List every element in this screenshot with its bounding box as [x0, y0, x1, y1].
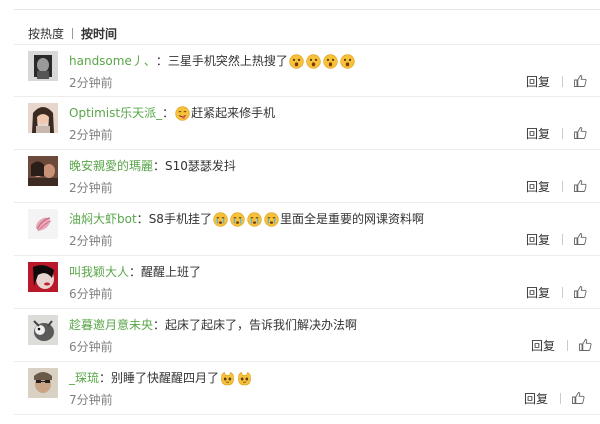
comment-item: Optimist乐天派_： 赶紧起来修手机 2分钟前 回复 [14, 97, 600, 150]
tongue-face-icon [175, 105, 190, 121]
shocked-face-icon [289, 53, 304, 69]
avatar[interactable] [28, 156, 58, 186]
comment-actions: 回复 [526, 178, 587, 194]
comment-item: 油焖大虾bot： S8手机挂了 里面全是重要的网课资料啊 2分钟前 回复 [14, 203, 600, 256]
cat-face-icon [237, 371, 252, 386]
avatar[interactable] [28, 103, 58, 133]
comment-time: 6分钟前 [69, 340, 113, 354]
reply-button[interactable]: 回复 [526, 125, 550, 142]
thumbs-up-icon[interactable] [573, 285, 587, 299]
comment-item: 晚安親愛的瑪麗： S10瑟瑟发抖 2分钟前 回复 [14, 150, 600, 203]
avatar[interactable] [28, 368, 58, 398]
comment-item: _琛琉：别睡了快醒醒四月了 7分钟前 回复 [14, 362, 600, 415]
avatar[interactable] [28, 209, 58, 239]
comment-text: 别睡了快醒醒四月了 [111, 371, 220, 385]
comment-time: 7分钟前 [69, 393, 113, 407]
avatar[interactable] [28, 51, 58, 81]
comment-time: 2分钟前 [69, 181, 113, 195]
comment-actions: 回复 [526, 73, 587, 89]
thumbs-up-icon[interactable] [573, 74, 587, 88]
reply-button[interactable]: 回复 [526, 73, 550, 90]
username[interactable]: 叫我颖大人 [69, 263, 129, 281]
comment-text: S10瑟瑟发抖 [165, 159, 236, 173]
sort-separator [72, 27, 74, 39]
reply-button[interactable]: 回复 [531, 337, 555, 354]
comment-text-tail: 里面全是重要的网课资料啊 [279, 212, 424, 226]
comment-actions: 回复 [524, 390, 585, 406]
cat-face-icon [220, 371, 235, 386]
sort-by-time[interactable]: 按时间 [81, 25, 117, 42]
comment-text: S8手机挂了 [148, 212, 212, 226]
username[interactable]: 趁暮邀月意未央 [69, 316, 153, 334]
reply-button[interactable]: 回复 [526, 284, 550, 301]
reply-button[interactable]: 回复 [526, 178, 550, 195]
comment-text: 赶紧起来修手机 [191, 106, 276, 120]
username[interactable]: _琛琉 [69, 369, 99, 387]
thumbs-up-icon[interactable] [573, 232, 587, 246]
top-divider [14, 9, 600, 10]
sort-bar: 按热度 按时间 [28, 25, 117, 41]
comment-time: 2分钟前 [69, 234, 113, 248]
shocked-face-icon [340, 53, 355, 69]
username[interactable]: Optimist乐天派_ [69, 104, 162, 122]
comment-actions: 回复 [526, 231, 587, 247]
username[interactable]: handsome丿、 [69, 52, 156, 70]
comment-time: 6分钟前 [69, 287, 113, 301]
thumbs-up-icon[interactable] [573, 179, 587, 193]
comment-item: handsome丿、：三星手机突然上热搜了 2分钟前 回复 [14, 44, 600, 97]
shocked-face-icon [323, 53, 338, 69]
comment-actions: 回复 [531, 337, 592, 353]
comment-item: 叫我颖大人：醒醒上班了 6分钟前 回复 [14, 256, 600, 309]
crying-face-icon [230, 211, 245, 227]
comment-actions: 回复 [526, 125, 587, 141]
thumbs-up-icon[interactable] [578, 338, 592, 352]
crying-face-icon [264, 211, 279, 227]
comment-text: 三星手机突然上热搜了 [167, 54, 288, 68]
comment-item: 趁暮邀月意未央：起床了起床了，告诉我们解决办法啊 6分钟前 回复 [14, 309, 600, 362]
sort-by-heat[interactable]: 按热度 [28, 25, 64, 42]
username[interactable]: 油焖大虾bot [69, 210, 137, 228]
reply-button[interactable]: 回复 [526, 231, 550, 248]
comment-time: 2分钟前 [69, 76, 113, 90]
crying-face-icon [213, 211, 228, 227]
comment-text: 起床了起床了，告诉我们解决办法啊 [165, 318, 358, 332]
reply-button[interactable]: 回复 [524, 390, 548, 407]
shocked-face-icon [306, 53, 321, 69]
avatar[interactable] [28, 315, 58, 345]
comment-text: 醒醒上班了 [141, 265, 202, 279]
thumbs-up-icon[interactable] [571, 391, 585, 405]
comment-actions: 回复 [526, 284, 587, 300]
username[interactable]: 晚安親愛的瑪麗 [69, 157, 153, 175]
thumbs-up-icon[interactable] [573, 126, 587, 140]
crying-face-icon [247, 211, 262, 227]
avatar[interactable] [28, 262, 58, 292]
comment-time: 2分钟前 [69, 128, 113, 142]
